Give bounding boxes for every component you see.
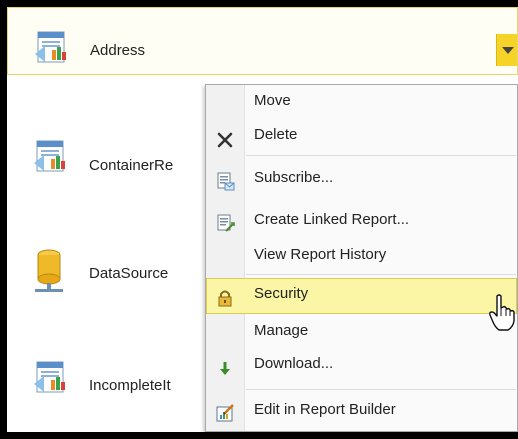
report-icon — [34, 140, 65, 172]
report-item-label[interactable]: IncompleteIt — [89, 377, 171, 394]
menu-item-label: Create Linked Report... — [254, 211, 410, 228]
menu-item-label: Security — [254, 285, 309, 302]
report-builder-icon — [216, 404, 234, 422]
close-x-icon — [217, 132, 233, 148]
linked-report-icon — [217, 214, 235, 232]
menu-separator — [246, 155, 516, 156]
menu-item-label: Subscribe... — [254, 169, 334, 186]
report-list: Address ContainerRe DataSource Incomplet… — [7, 7, 518, 432]
download-arrow-icon — [220, 362, 230, 375]
menu-item-manage[interactable]: Manage — [206, 316, 517, 350]
hand-pointer-cursor — [489, 294, 515, 331]
report-icon — [34, 361, 65, 393]
menu-item-subscribe[interactable]: Subscribe... — [206, 163, 517, 197]
menu-separator — [246, 274, 516, 275]
context-menu: Move Delete Subscribe... Create Linked R… — [205, 84, 518, 432]
menu-item-security[interactable]: Security — [206, 278, 517, 314]
report-item-address[interactable]: Address — [7, 7, 518, 75]
lock-icon — [218, 290, 232, 307]
subscribe-icon — [217, 172, 235, 191]
menu-item-label: Edit in Report Builder — [254, 401, 396, 418]
menu-item-edit-in-report-builder[interactable]: Edit in Report Builder — [206, 395, 517, 429]
menu-item-create-linked-report[interactable]: Create Linked Report... — [206, 205, 517, 239]
report-icon — [35, 31, 66, 63]
menu-item-label: Move — [254, 92, 291, 109]
menu-item-label: View Report History — [254, 246, 387, 263]
menu-item-view-report-history[interactable]: View Report History — [206, 240, 517, 274]
chevron-down-icon — [502, 47, 514, 54]
menu-item-label: Manage — [254, 322, 309, 339]
report-item-label: Address — [90, 42, 146, 59]
datasource-item-label[interactable]: DataSource — [89, 265, 168, 282]
database-icon — [35, 249, 63, 292]
menu-item-move[interactable]: Move — [206, 86, 517, 120]
report-item-label[interactable]: ContainerRe — [89, 157, 173, 174]
menu-item-label: Delete — [254, 126, 298, 143]
menu-separator — [246, 389, 516, 390]
menu-item-download[interactable]: Download... — [206, 349, 517, 383]
menu-item-label: Download... — [254, 355, 334, 372]
item-dropdown-button[interactable] — [496, 34, 517, 66]
menu-item-delete[interactable]: Delete — [206, 121, 517, 155]
